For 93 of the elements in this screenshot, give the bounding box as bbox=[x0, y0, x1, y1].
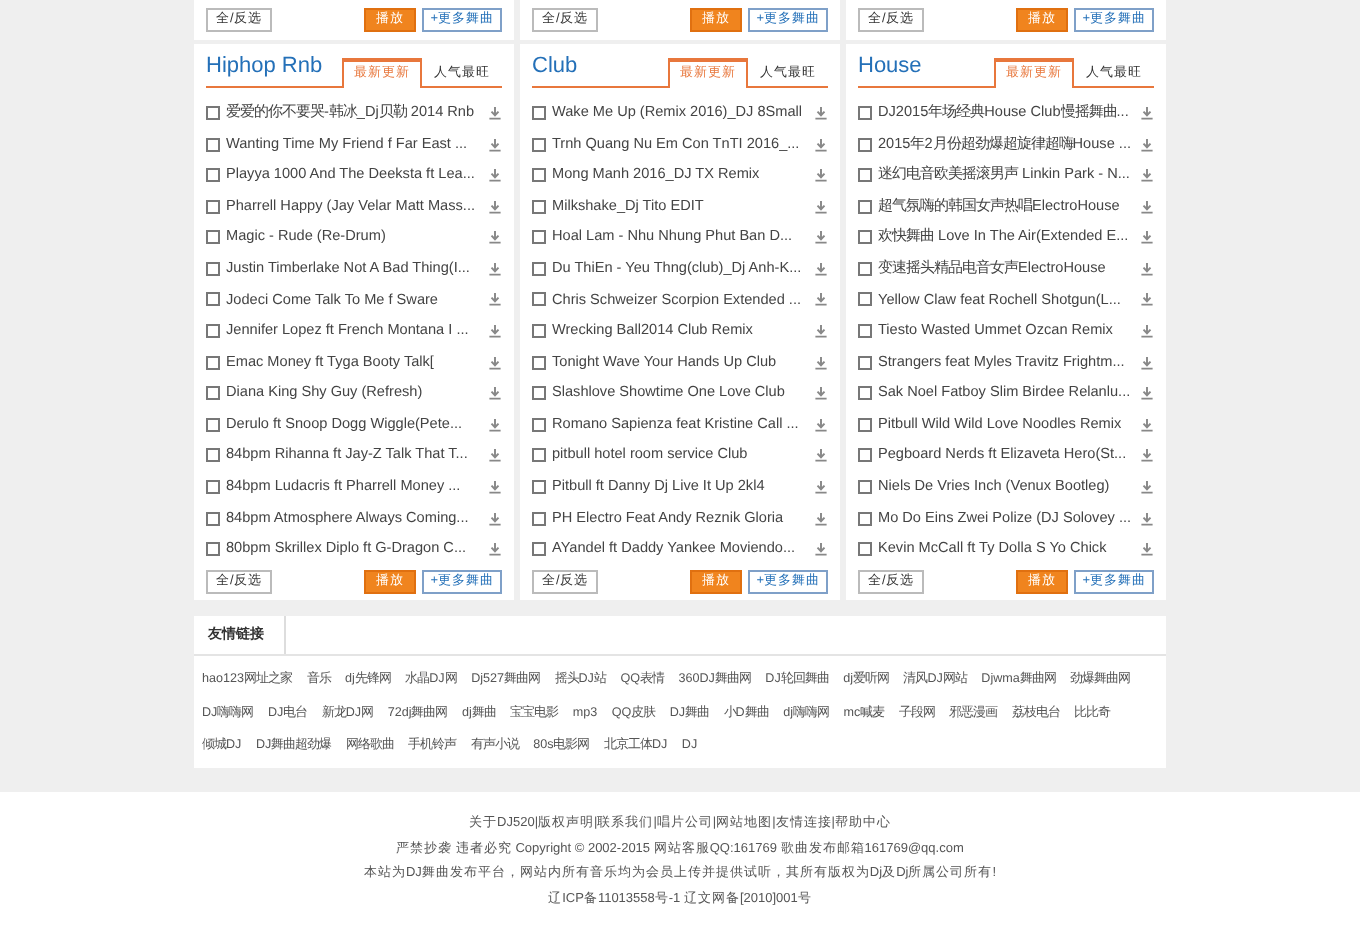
checkbox[interactable] bbox=[858, 324, 872, 339]
download-icon[interactable] bbox=[488, 137, 502, 151]
checkbox[interactable] bbox=[858, 480, 872, 495]
download-icon[interactable] bbox=[1140, 230, 1154, 245]
checkbox[interactable] bbox=[532, 355, 546, 370]
download-icon[interactable] bbox=[1140, 417, 1154, 432]
checkbox[interactable] bbox=[532, 230, 546, 245]
download-icon[interactable] bbox=[488, 511, 502, 526]
checkbox[interactable] bbox=[858, 292, 872, 307]
checkbox[interactable] bbox=[858, 105, 872, 120]
download-icon[interactable] bbox=[1140, 199, 1154, 214]
download-icon[interactable] bbox=[488, 324, 502, 339]
checkbox[interactable] bbox=[858, 199, 872, 214]
checkbox[interactable] bbox=[858, 386, 872, 401]
checkbox[interactable] bbox=[532, 417, 546, 432]
checkbox[interactable] bbox=[532, 137, 546, 151]
checkbox[interactable] bbox=[532, 105, 546, 120]
download-icon[interactable] bbox=[1140, 292, 1154, 307]
checkbox[interactable] bbox=[206, 511, 220, 526]
download-icon[interactable] bbox=[814, 511, 828, 526]
checkbox[interactable] bbox=[858, 168, 872, 183]
checkbox[interactable] bbox=[858, 137, 872, 151]
checkbox[interactable] bbox=[532, 324, 546, 339]
checkbox[interactable] bbox=[206, 168, 220, 183]
checkbox[interactable] bbox=[206, 292, 220, 307]
checkbox[interactable] bbox=[532, 448, 546, 463]
download-icon[interactable] bbox=[814, 324, 828, 339]
checkbox[interactable] bbox=[858, 448, 872, 463]
download-icon[interactable] bbox=[488, 355, 502, 370]
download-icon[interactable] bbox=[814, 168, 828, 183]
download-icon[interactable] bbox=[488, 168, 502, 183]
download-icon[interactable] bbox=[488, 386, 502, 401]
download-icon[interactable] bbox=[488, 199, 502, 214]
download-icon[interactable] bbox=[814, 480, 828, 495]
download-icon[interactable] bbox=[814, 137, 828, 151]
checkbox[interactable] bbox=[532, 168, 546, 183]
checkbox[interactable] bbox=[206, 542, 220, 557]
checkbox[interactable] bbox=[858, 355, 872, 370]
download-icon[interactable] bbox=[814, 355, 828, 370]
download-icon[interactable] bbox=[1140, 542, 1154, 557]
download-icon[interactable] bbox=[1140, 137, 1154, 151]
download-icon[interactable] bbox=[488, 448, 502, 463]
checkbox[interactable] bbox=[858, 230, 872, 245]
checkbox[interactable] bbox=[858, 542, 872, 557]
checkbox[interactable] bbox=[532, 511, 546, 526]
checkbox[interactable] bbox=[532, 386, 546, 401]
download-icon[interactable] bbox=[814, 105, 828, 120]
checkbox[interactable] bbox=[206, 417, 220, 432]
download-icon[interactable] bbox=[814, 386, 828, 401]
download-icon[interactable] bbox=[814, 199, 828, 214]
checkbox[interactable] bbox=[206, 105, 220, 120]
checkbox[interactable] bbox=[858, 511, 872, 526]
download-icon[interactable] bbox=[1140, 168, 1154, 183]
checkbox[interactable] bbox=[858, 417, 872, 432]
download-icon[interactable] bbox=[488, 417, 502, 432]
checkbox[interactable] bbox=[532, 261, 546, 276]
checkbox[interactable] bbox=[532, 480, 546, 495]
download-icon[interactable] bbox=[1140, 386, 1154, 401]
download-icon[interactable] bbox=[1140, 448, 1154, 463]
checkbox[interactable] bbox=[532, 292, 546, 307]
download-icon[interactable] bbox=[1140, 511, 1154, 526]
checkbox[interactable] bbox=[532, 542, 546, 557]
download-icon[interactable] bbox=[1140, 105, 1154, 120]
checkbox[interactable] bbox=[206, 261, 220, 276]
download-icon[interactable] bbox=[1140, 355, 1154, 370]
checkbox[interactable] bbox=[206, 137, 220, 151]
download-icon[interactable] bbox=[488, 542, 502, 557]
panel-title: House bbox=[858, 55, 922, 82]
panel-title: Club bbox=[532, 55, 578, 82]
download-icon[interactable] bbox=[488, 480, 502, 495]
checkbox[interactable] bbox=[206, 199, 220, 214]
checkbox[interactable] bbox=[206, 480, 220, 495]
checkbox[interactable] bbox=[206, 324, 220, 339]
download-icon[interactable] bbox=[488, 230, 502, 245]
download-icon[interactable] bbox=[1140, 324, 1154, 339]
download-icon[interactable] bbox=[814, 292, 828, 307]
checkbox[interactable] bbox=[206, 230, 220, 245]
download-icon[interactable] bbox=[814, 261, 828, 276]
checkbox[interactable] bbox=[532, 199, 546, 214]
download-icon[interactable] bbox=[1140, 480, 1154, 495]
download-icon[interactable] bbox=[814, 542, 828, 557]
checkbox[interactable] bbox=[206, 448, 220, 463]
checkbox[interactable] bbox=[858, 261, 872, 276]
download-icon[interactable] bbox=[488, 261, 502, 276]
download-icon[interactable] bbox=[1140, 261, 1154, 276]
panel-title: Hiphop Rnb bbox=[206, 55, 323, 82]
download-icon[interactable] bbox=[488, 105, 502, 120]
download-icon[interactable] bbox=[814, 230, 828, 245]
download-icon[interactable] bbox=[814, 448, 828, 463]
download-icon[interactable] bbox=[814, 417, 828, 432]
checkbox[interactable] bbox=[206, 386, 220, 401]
download-icon[interactable] bbox=[488, 292, 502, 307]
checkbox[interactable] bbox=[206, 355, 220, 370]
